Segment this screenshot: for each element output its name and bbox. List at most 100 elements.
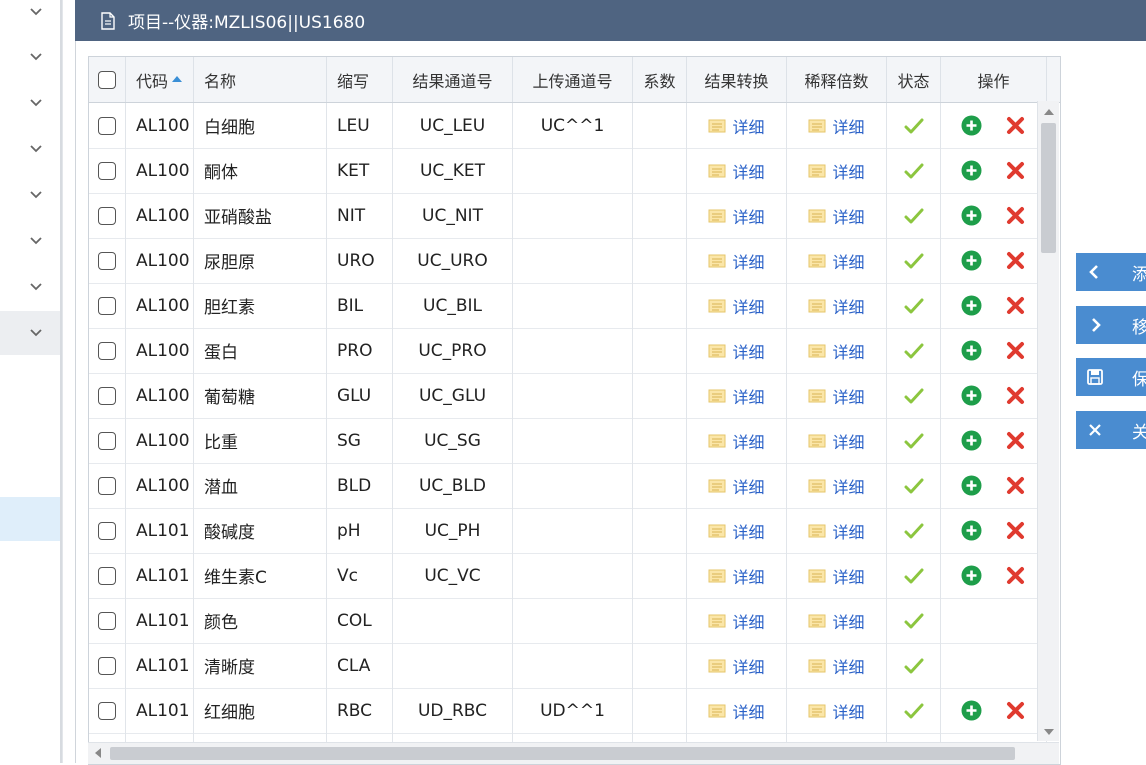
- sidebar-chevron-down-icon[interactable]: [0, 265, 62, 309]
- detail-link[interactable]: 详细: [708, 654, 764, 678]
- add-icon[interactable]: [961, 160, 982, 181]
- detail-link[interactable]: 详细: [708, 609, 764, 633]
- detail-link[interactable]: 详细: [808, 429, 864, 453]
- detail-link[interactable]: 详细: [808, 564, 864, 588]
- column-header-coefficient[interactable]: 系数: [633, 57, 687, 102]
- add-icon[interactable]: [961, 565, 982, 586]
- add-icon[interactable]: [961, 205, 982, 226]
- detail-link[interactable]: 详细: [708, 339, 764, 363]
- detail-link[interactable]: 详细: [808, 204, 864, 228]
- add-icon[interactable]: [961, 115, 982, 136]
- row-checkbox[interactable]: [98, 297, 116, 315]
- sidebar-chevron-down-icon[interactable]: [0, 81, 62, 125]
- row-checkbox[interactable]: [98, 432, 116, 450]
- table-row[interactable]: AL101维生素CVcUC_VC详细详细: [89, 553, 1038, 599]
- detail-link[interactable]: 详细: [808, 474, 864, 498]
- row-checkbox[interactable]: [98, 387, 116, 405]
- add-icon[interactable]: [961, 520, 982, 541]
- row-checkbox[interactable]: [98, 117, 116, 135]
- add-icon[interactable]: [961, 700, 982, 721]
- delete-icon[interactable]: [1005, 700, 1026, 721]
- add-icon[interactable]: [961, 295, 982, 316]
- table-row[interactable]: AL101红细胞RBCUD_RBCUD^^1详细详细: [89, 688, 1038, 734]
- add-icon[interactable]: [961, 430, 982, 451]
- table-row[interactable]: AL100潜血BLDUC_BLD详细详细: [89, 463, 1038, 509]
- sidebar-chevron-down-icon[interactable]: [0, 311, 62, 355]
- table-row[interactable]: AL100胆红素BILUC_BIL详细详细: [89, 283, 1038, 329]
- column-header-result-convert[interactable]: 结果转换: [687, 57, 787, 102]
- table-row[interactable]: AL101清晰度CLA详细详细: [89, 643, 1038, 689]
- detail-link[interactable]: 详细: [808, 339, 864, 363]
- detail-link[interactable]: 详细: [708, 159, 764, 183]
- horizontal-scrollbar[interactable]: [88, 742, 1059, 764]
- delete-icon[interactable]: [1005, 520, 1026, 541]
- detail-link[interactable]: 详细: [808, 519, 864, 543]
- sidebar-selected-item[interactable]: [0, 497, 62, 541]
- sidebar-chevron-down-icon[interactable]: [0, 219, 62, 263]
- delete-icon[interactable]: [1005, 385, 1026, 406]
- add-icon[interactable]: [961, 340, 982, 361]
- table-row[interactable]: AL100亚硝酸盐NITUC_NIT详细详细: [89, 193, 1038, 239]
- close-button[interactable]: 关: [1076, 411, 1146, 449]
- detail-link[interactable]: 详细: [808, 609, 864, 633]
- row-checkbox[interactable]: [98, 612, 116, 630]
- table-row[interactable]: AL100蛋白PROUC_PRO详细详细: [89, 328, 1038, 374]
- column-header-result-channel[interactable]: 结果通道号: [393, 57, 513, 102]
- row-checkbox[interactable]: [98, 252, 116, 270]
- detail-link[interactable]: 详细: [708, 384, 764, 408]
- add-icon[interactable]: [961, 475, 982, 496]
- vertical-scroll-thumb[interactable]: [1041, 123, 1056, 253]
- detail-link[interactable]: 详细: [708, 519, 764, 543]
- delete-icon[interactable]: [1005, 565, 1026, 586]
- vertical-scrollbar[interactable]: [1037, 101, 1059, 741]
- sidebar-chevron-down-icon[interactable]: [0, 35, 62, 79]
- detail-link[interactable]: 详细: [708, 114, 764, 138]
- column-header-name[interactable]: 名称: [194, 57, 327, 102]
- scroll-up-icon[interactable]: [1044, 109, 1054, 115]
- table-row[interactable]: AL100尿胆原UROUC_URO详细详细: [89, 238, 1038, 284]
- detail-link[interactable]: 详细: [708, 294, 764, 318]
- detail-link[interactable]: 详细: [808, 114, 864, 138]
- delete-icon[interactable]: [1005, 475, 1026, 496]
- delete-icon[interactable]: [1005, 295, 1026, 316]
- row-checkbox[interactable]: [98, 702, 116, 720]
- detail-link[interactable]: 详细: [708, 564, 764, 588]
- detail-link[interactable]: 详细: [708, 204, 764, 228]
- table-row[interactable]: AL100比重SGUC_SG详细详细: [89, 418, 1038, 464]
- table-row[interactable]: AL100酮体KETUC_KET详细详细: [89, 148, 1038, 194]
- add-icon[interactable]: [961, 250, 982, 271]
- detail-link[interactable]: 详细: [708, 249, 764, 273]
- horizontal-scroll-thumb[interactable]: [110, 747, 1015, 760]
- move-button[interactable]: 移: [1076, 306, 1146, 344]
- add-button[interactable]: 添: [1076, 253, 1146, 291]
- row-checkbox[interactable]: [98, 162, 116, 180]
- column-header-status[interactable]: 状态: [887, 57, 941, 102]
- detail-link[interactable]: 详细: [708, 699, 764, 723]
- select-all-checkbox[interactable]: [98, 71, 116, 89]
- column-header-upload-channel[interactable]: 上传通道号: [513, 57, 633, 102]
- row-checkbox[interactable]: [98, 522, 116, 540]
- table-row[interactable]: AL101酸碱度pHUC_PH详细详细: [89, 508, 1038, 554]
- row-checkbox[interactable]: [98, 657, 116, 675]
- scroll-left-icon[interactable]: [95, 748, 101, 758]
- column-header-dilution[interactable]: 稀释倍数: [787, 57, 887, 102]
- row-checkbox[interactable]: [98, 477, 116, 495]
- detail-link[interactable]: 详细: [708, 429, 764, 453]
- table-row[interactable]: AL100白细胞LEUUC_LEUUC^^1详细详细: [89, 103, 1038, 149]
- column-header-abbr[interactable]: 缩写: [327, 57, 393, 102]
- sidebar-chevron-down-icon[interactable]: [0, 127, 62, 171]
- delete-icon[interactable]: [1005, 430, 1026, 451]
- delete-icon[interactable]: [1005, 340, 1026, 361]
- detail-link[interactable]: 详细: [808, 654, 864, 678]
- detail-link[interactable]: 详细: [808, 249, 864, 273]
- delete-icon[interactable]: [1005, 160, 1026, 181]
- table-row[interactable]: AL100葡萄糖GLUUC_GLU详细详细: [89, 373, 1038, 419]
- add-icon[interactable]: [961, 385, 982, 406]
- detail-link[interactable]: 详细: [808, 384, 864, 408]
- sidebar-chevron-down-icon[interactable]: [0, 0, 62, 34]
- delete-icon[interactable]: [1005, 115, 1026, 136]
- detail-link[interactable]: 详细: [808, 159, 864, 183]
- detail-link[interactable]: 详细: [808, 294, 864, 318]
- detail-link[interactable]: 详细: [808, 699, 864, 723]
- scroll-down-icon[interactable]: [1044, 729, 1054, 735]
